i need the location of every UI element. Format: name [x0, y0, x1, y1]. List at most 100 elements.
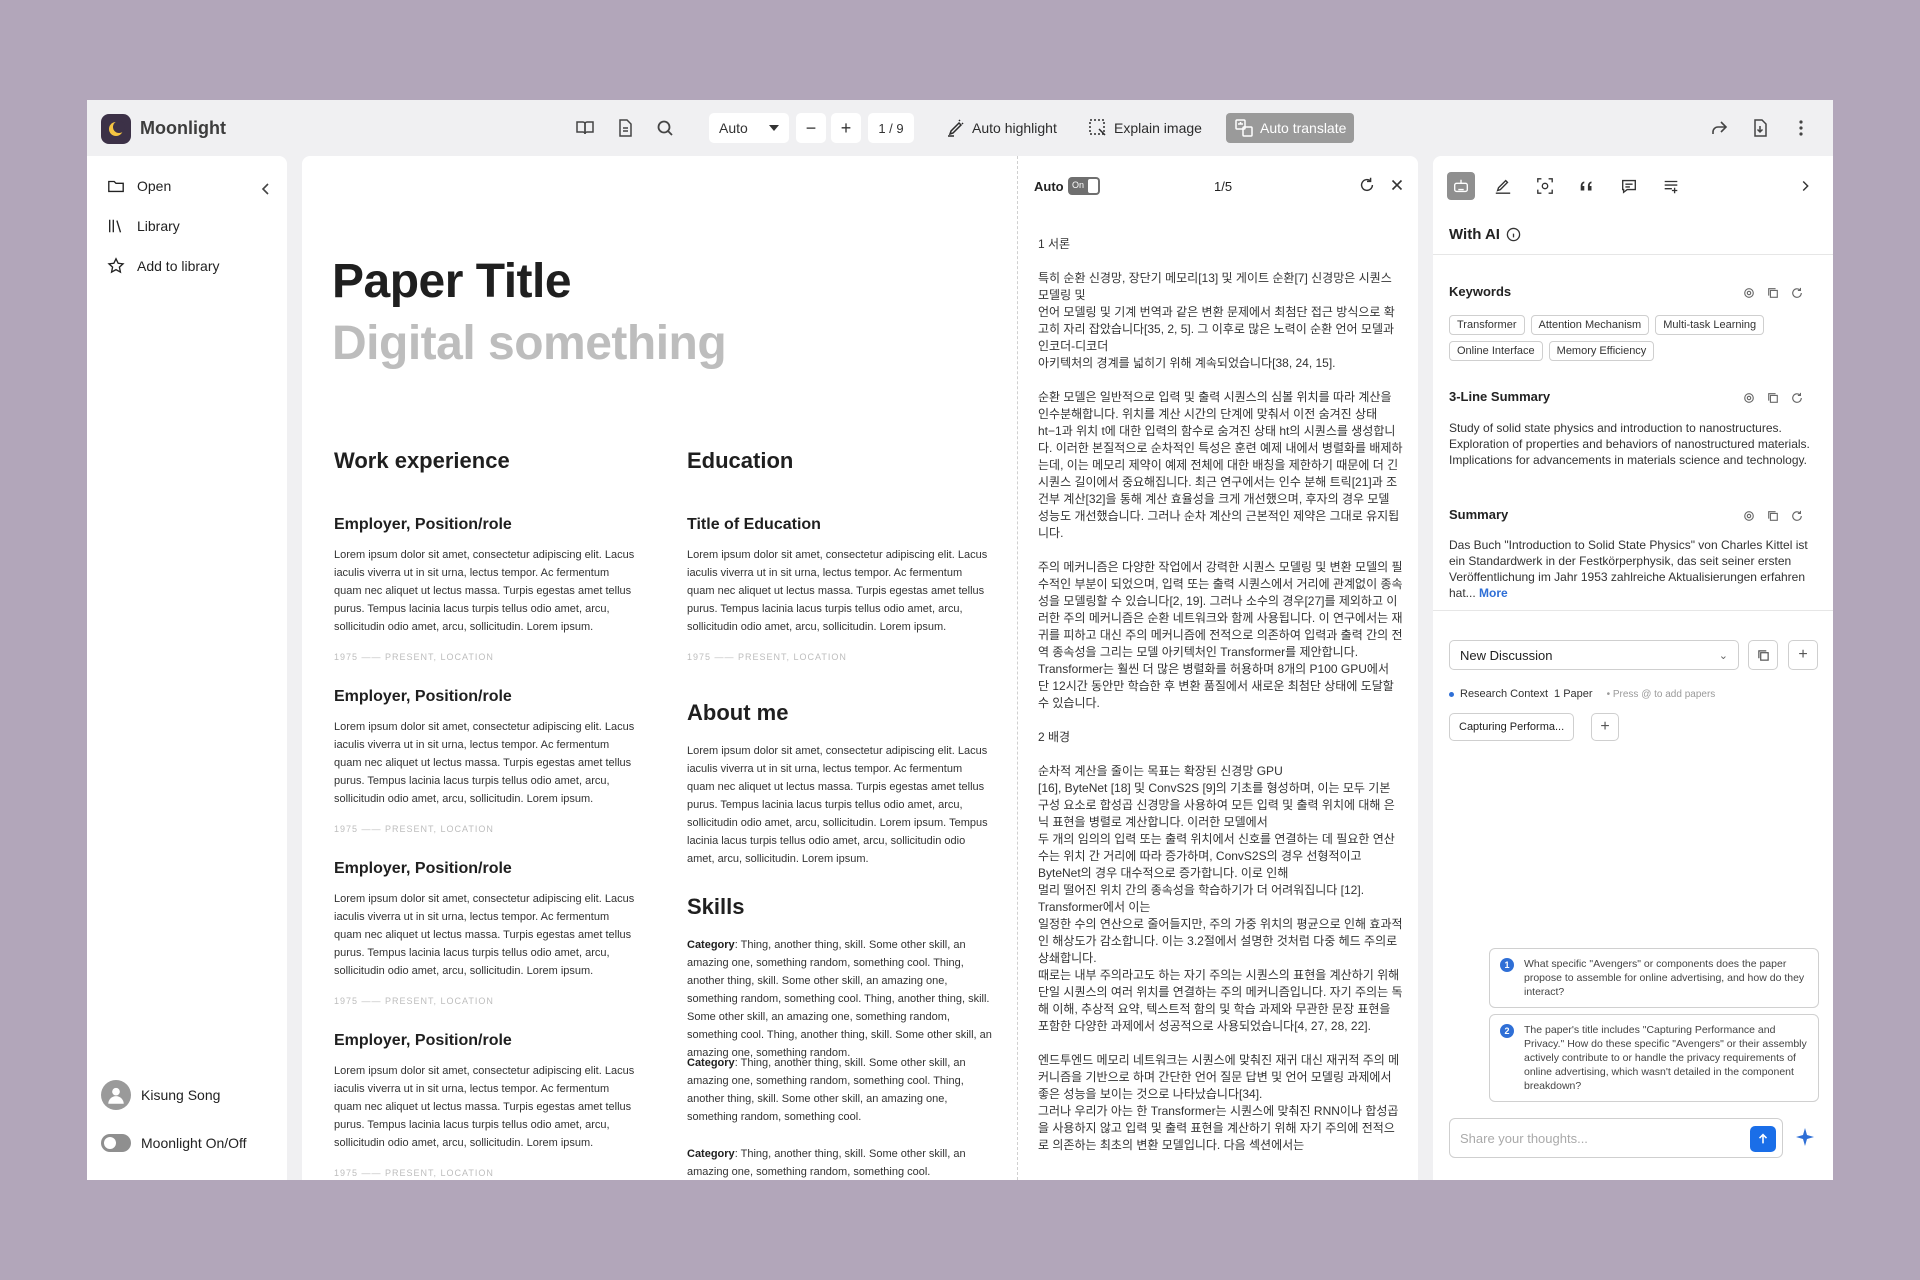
- auto-translate-toggle-label: Auto: [1034, 179, 1064, 194]
- three-line-summary-title: 3-Line Summary: [1449, 389, 1551, 404]
- comment-icon[interactable]: [1615, 172, 1643, 200]
- top-toolbar: Moonlight Auto − + 1 / 9 Auto highlight …: [87, 100, 1833, 156]
- arrow-up-icon: [1758, 1133, 1768, 1144]
- question-text: What specific "Avengers" or components d…: [1524, 958, 1805, 998]
- keyword-chip[interactable]: Transformer: [1449, 315, 1525, 335]
- regenerate-icon[interactable]: [1791, 391, 1805, 405]
- translation-paragraph: 특히 순환 신경망, 장단기 메모리[13] 및 게이트 순환[7] 신경망은 …: [1038, 271, 1395, 370]
- chevron-left-icon[interactable]: [259, 182, 273, 196]
- sidebar-item-library[interactable]: Library: [107, 216, 180, 236]
- entry-meta: 1975 —— PRESENT, LOCATION: [334, 824, 494, 834]
- moonlight-toggle-row[interactable]: Moonlight On/Off: [101, 1134, 247, 1152]
- zoom-value: Auto: [719, 120, 748, 136]
- auto-highlight-label: Auto highlight: [972, 120, 1057, 136]
- question-number: 2: [1500, 1024, 1514, 1038]
- zoom-select[interactable]: Auto: [709, 113, 789, 143]
- settings-icon[interactable]: [1743, 286, 1757, 300]
- copy-icon[interactable]: [1767, 286, 1781, 300]
- entry-meta: 1975 —— PRESENT, LOCATION: [687, 652, 847, 662]
- education-description: Lorem ipsum dolor sit amet, consectetur …: [687, 549, 988, 633]
- more-link[interactable]: More: [1479, 586, 1508, 600]
- highlighter-icon: [948, 119, 964, 137]
- education-heading: Education: [687, 448, 794, 473]
- caret-down-icon: [769, 125, 779, 131]
- sidebar-item-open[interactable]: Open: [107, 176, 171, 196]
- entry-meta: 1975 —— PRESENT, LOCATION: [334, 652, 494, 662]
- translation-pane: Auto On 1/5 1 서론 특히 순환 신경망, 장단기 메모리[13] …: [1018, 156, 1418, 1180]
- summary-actions: [1743, 509, 1805, 523]
- regenerate-icon[interactable]: [1791, 509, 1805, 523]
- translation-text: 1 서론 특히 순환 신경망, 장단기 메모리[13] 및 게이트 순환[7] …: [1038, 236, 1403, 1176]
- avatar: [101, 1080, 131, 1110]
- research-context-hint: • Press @ to add papers: [1606, 688, 1716, 700]
- close-icon[interactable]: [1388, 176, 1408, 196]
- ai-panel: With AI Keywords Transformer Attention M…: [1433, 156, 1833, 1180]
- list-add-icon[interactable]: [1657, 172, 1685, 200]
- context-paper-chip[interactable]: Capturing Performa...: [1449, 713, 1575, 741]
- employer-description: Lorem ipsum dolor sit amet, consectetur …: [334, 721, 635, 805]
- scan-icon[interactable]: [1531, 172, 1559, 200]
- summary3-actions: [1743, 391, 1805, 405]
- highlight-pen-icon[interactable]: [1489, 172, 1517, 200]
- keyword-chip[interactable]: Memory Efficiency: [1548, 341, 1655, 361]
- regenerate-icon[interactable]: [1791, 286, 1805, 300]
- document-viewer: Paper Title Digital something Work exper…: [302, 156, 1418, 1180]
- keyword-chip[interactable]: Multi-task Learning: [1655, 315, 1765, 335]
- copy-icon: [1757, 649, 1769, 661]
- ai-assistant-icon[interactable]: [1447, 172, 1475, 200]
- settings-icon[interactable]: [1743, 391, 1757, 405]
- chevron-down-icon: ⌄: [1718, 650, 1728, 662]
- summary-text: Das Buch "Introduction to Solid State Ph…: [1449, 537, 1817, 601]
- keyword-chip[interactable]: Attention Mechanism: [1530, 315, 1650, 335]
- chevron-right-icon[interactable]: [1791, 172, 1819, 200]
- quote-icon[interactable]: [1573, 172, 1601, 200]
- select-area-icon: [1089, 119, 1106, 136]
- page-indicator[interactable]: 1 / 9: [868, 113, 914, 143]
- auto-translate-toggle[interactable]: On: [1068, 177, 1100, 195]
- translation-paragraph: 엔드투엔드 메모리 네트워크는 시퀀스에 맞춰진 재귀 대신 재귀적 주의 메커…: [1038, 1053, 1400, 1152]
- employer-heading: Employer, Position/role: [334, 1032, 512, 1049]
- paper-page: Paper Title Digital something Work exper…: [302, 156, 1017, 1180]
- sidebar-item-add-to-library[interactable]: Add to library: [107, 256, 219, 276]
- suggested-question[interactable]: 2 The paper's title includes "Capturing …: [1489, 1014, 1819, 1102]
- keywords-title: Keywords: [1449, 284, 1512, 299]
- settings-icon[interactable]: [1743, 509, 1757, 523]
- employer-description: Lorem ipsum dolor sit amet, consectetur …: [334, 549, 635, 633]
- refresh-icon[interactable]: [1358, 176, 1378, 196]
- moonlight-logo-icon: [101, 114, 131, 144]
- divider: [1433, 254, 1833, 255]
- moonlight-toggle[interactable]: [101, 1134, 131, 1152]
- search-icon[interactable]: [653, 116, 677, 140]
- chat-input[interactable]: [1450, 1119, 1720, 1157]
- add-paper-button[interactable]: +: [1591, 713, 1619, 741]
- summary-title: Summary: [1449, 507, 1509, 522]
- download-icon[interactable]: [1748, 116, 1772, 140]
- paper-title: Paper Title: [332, 255, 572, 308]
- employer-heading: Employer, Position/role: [334, 860, 512, 877]
- zoom-out-button[interactable]: −: [796, 113, 826, 143]
- zoom-in-button[interactable]: +: [831, 113, 861, 143]
- auto-translate-button[interactable]: Auto translate: [1226, 113, 1355, 143]
- book-view-icon[interactable]: [573, 116, 597, 140]
- explain-image-button[interactable]: Explain image: [1080, 113, 1210, 143]
- auto-highlight-button[interactable]: Auto highlight: [938, 113, 1065, 143]
- question-text: The paper's title includes "Capturing Pe…: [1524, 1024, 1807, 1092]
- info-icon[interactable]: [1506, 227, 1521, 242]
- keyword-chip[interactable]: Online Interface: [1449, 341, 1543, 361]
- user-profile[interactable]: Kisung Song: [101, 1080, 220, 1110]
- research-context-label: Research Context: [1460, 688, 1549, 700]
- sparkle-icon[interactable]: [1795, 1127, 1817, 1149]
- sidebar-item-label: Add to library: [137, 258, 220, 274]
- copy-icon[interactable]: [1767, 509, 1781, 523]
- sidebar-item-label: Library: [137, 218, 180, 234]
- share-icon[interactable]: [1707, 116, 1731, 140]
- more-vertical-icon[interactable]: [1789, 116, 1813, 140]
- new-discussion-button[interactable]: +: [1788, 640, 1818, 670]
- send-button[interactable]: [1750, 1126, 1776, 1152]
- skill-entry: Category: Thing, another thing, skill. S…: [687, 1054, 992, 1126]
- copy-discussion-button[interactable]: [1748, 640, 1778, 670]
- copy-icon[interactable]: [1767, 391, 1781, 405]
- document-view-icon[interactable]: [613, 116, 637, 140]
- discussion-select[interactable]: New Discussion ⌄: [1449, 640, 1739, 670]
- suggested-question[interactable]: 1 What specific "Avengers" or components…: [1489, 948, 1819, 1008]
